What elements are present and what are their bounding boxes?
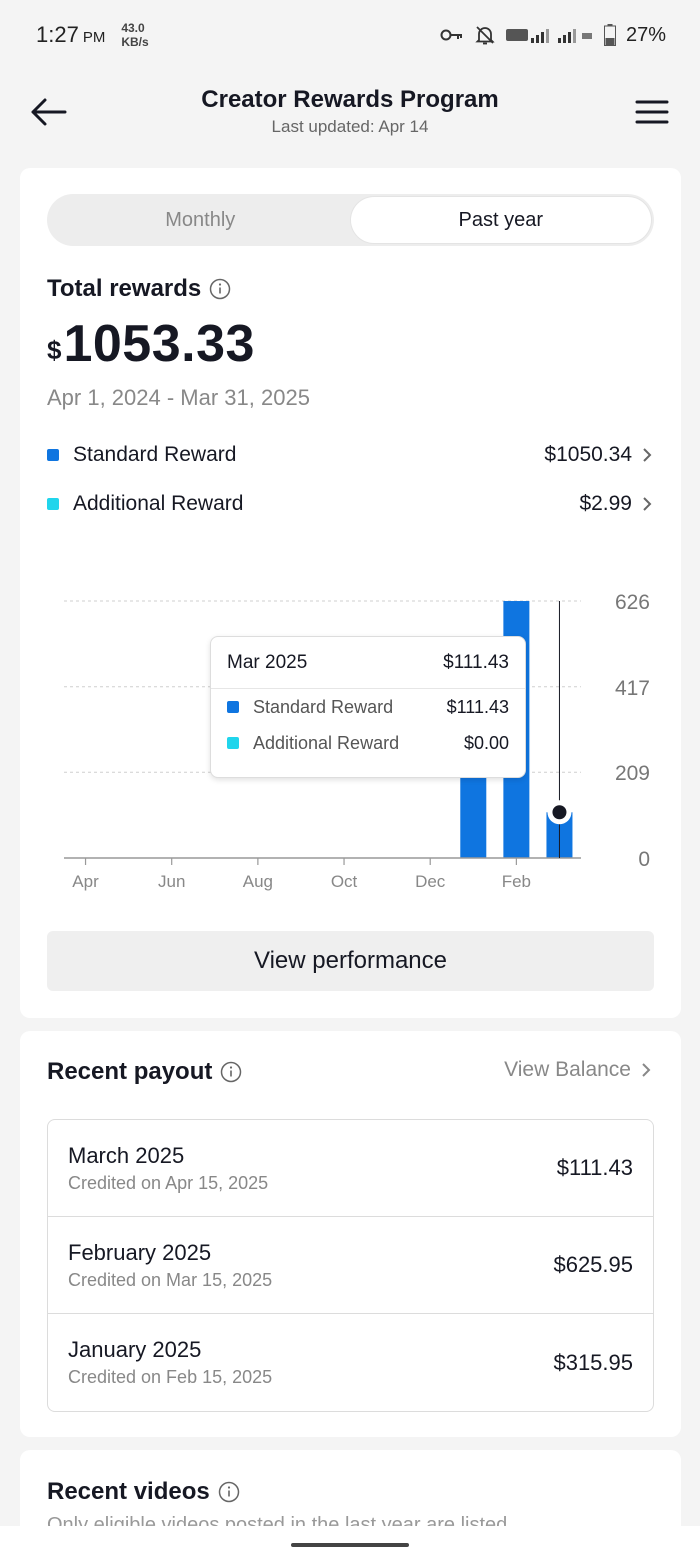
date-range: Apr 1, 2024 - Mar 31, 2025 bbox=[47, 385, 310, 410]
payout-item-info: March 2025 Credited on Apr 15, 2025 bbox=[68, 1143, 268, 1194]
payout-item[interactable]: February 2025 Credited on Mar 15, 2025 $… bbox=[48, 1217, 653, 1314]
standard-reward-value: $1050.34 bbox=[544, 443, 632, 466]
y-tick-label: 0 bbox=[638, 848, 650, 871]
additional-reward-swatch bbox=[47, 498, 59, 510]
page-title: Creator Rewards Program bbox=[201, 86, 499, 113]
standard-reward-row[interactable]: Standard Reward $1050.34 bbox=[47, 438, 654, 472]
additional-reward-value: $2.99 bbox=[579, 492, 632, 515]
payout-credited-date: Credited on Apr 15, 2025 bbox=[68, 1172, 269, 1193]
total-rewards-text: Total rewards bbox=[47, 275, 202, 302]
payout-amount: $111.43 bbox=[556, 1155, 633, 1180]
y-tick-label: 209 bbox=[615, 762, 650, 785]
tooltip-additional-swatch bbox=[227, 737, 239, 749]
payout-list: March 2025 Credited on Apr 15, 2025 $111… bbox=[47, 1119, 654, 1412]
info-icon[interactable] bbox=[220, 1061, 242, 1083]
recent-videos-text: Recent videos bbox=[47, 1478, 210, 1505]
status-bar-left: 1:27 PM 43.0 KB/s bbox=[36, 21, 149, 49]
last-updated: Last updated: Apr 14 bbox=[271, 117, 429, 136]
info-icon[interactable] bbox=[218, 1481, 240, 1503]
payout-item-info: January 2025 Credited on Feb 15, 2025 bbox=[68, 1337, 272, 1388]
payout-month: January 2025 bbox=[68, 1337, 202, 1362]
rewards-chart[interactable]: 0 209 417 626 Apr Jun Aug Oct Dec Feb Mar 2025 $1… bbox=[20, 568, 681, 908]
currency-symbol: $ bbox=[47, 335, 62, 365]
info-icon[interactable] bbox=[209, 278, 231, 300]
vpn-key-icon bbox=[440, 28, 464, 42]
view-performance-button[interactable]: View performance bbox=[47, 931, 654, 991]
hamburger-menu-icon bbox=[635, 100, 669, 124]
chart-tooltip: Mar 2025 $111.43 Standard Reward $111.43… bbox=[210, 636, 526, 778]
total-amount-value: 1053.33 bbox=[63, 315, 255, 373]
signal-icon bbox=[505, 26, 594, 44]
menu-button[interactable] bbox=[630, 92, 674, 132]
home-indicator[interactable] bbox=[291, 1543, 409, 1547]
status-time: 1:27 PM bbox=[36, 22, 106, 47]
tooltip-month: Mar 2025 bbox=[227, 651, 308, 673]
x-tick-label: Aug bbox=[243, 872, 273, 891]
tooltip-row-additional: Additional Reward $0.00 bbox=[211, 725, 525, 761]
payout-month: February 2025 bbox=[68, 1239, 212, 1265]
chevron-right-icon bbox=[640, 494, 654, 514]
status-bar-right: 27% bbox=[440, 24, 666, 47]
additional-reward-label: Additional Reward bbox=[73, 492, 244, 515]
tooltip-standard-value: $111.43 bbox=[446, 696, 509, 717]
payout-month: March 2025 bbox=[68, 1142, 185, 1168]
view-balance-text: View Balance bbox=[504, 1058, 631, 1081]
tooltip-standard-swatch bbox=[227, 701, 239, 713]
payout-item[interactable]: January 2025 Credited on Feb 15, 2025 $3… bbox=[48, 1314, 653, 1411]
tooltip-total: $111.43 bbox=[443, 651, 509, 673]
x-tick-label: Feb bbox=[502, 872, 531, 891]
y-tick-label: 417 bbox=[615, 677, 650, 700]
standard-reward-label: Standard Reward bbox=[73, 443, 237, 466]
total-amount: $ 1053.33 bbox=[47, 314, 255, 374]
payout-item-info: February 2025 Credited on Mar 15, 2025 bbox=[68, 1240, 272, 1291]
tab-monthly[interactable]: Monthly bbox=[50, 197, 351, 243]
tooltip-header: Mar 2025 $111.43 bbox=[211, 637, 525, 689]
selection-marker bbox=[552, 805, 567, 820]
status-bar: 1:27 PM 43.0 KB/s 27% bbox=[0, 0, 700, 70]
additional-reward-row[interactable]: Additional Reward $2.99 bbox=[47, 487, 654, 521]
tab-past-year[interactable]: Past year bbox=[350, 197, 651, 243]
payout-amount: $315.95 bbox=[553, 1349, 633, 1375]
rewards-card: Monthly Past year Total rewards $ 1053.3… bbox=[20, 168, 681, 1018]
chevron-right-icon bbox=[640, 445, 654, 465]
recent-payout-card: Recent payout View Balance March 2025 Cr… bbox=[20, 1031, 681, 1437]
payout-credited-date: Credited on Feb 15, 2025 bbox=[68, 1367, 273, 1387]
payout-item[interactable]: March 2025 Credited on Apr 15, 2025 $111… bbox=[48, 1120, 653, 1217]
tooltip-standard-label: Standard Reward bbox=[253, 696, 394, 717]
recent-payout-text: Recent payout bbox=[47, 1058, 213, 1085]
network-speed: 43.0 KB/s bbox=[121, 21, 149, 49]
standard-reward-swatch bbox=[47, 449, 59, 461]
period-toggle: Monthly Past year bbox=[47, 194, 654, 246]
total-rewards-label: Total rewards bbox=[47, 275, 231, 303]
battery-icon bbox=[603, 24, 616, 46]
x-tick-label: Dec bbox=[415, 872, 446, 891]
recent-videos-title: Recent videos bbox=[47, 1478, 240, 1506]
bell-muted-icon bbox=[474, 24, 496, 46]
navigation-bar bbox=[0, 1526, 700, 1556]
x-tick-label: Apr bbox=[72, 872, 99, 891]
x-tick-label: Oct bbox=[331, 872, 358, 891]
view-balance-link[interactable]: View Balance bbox=[504, 1058, 653, 1082]
tooltip-additional-label: Additional Reward bbox=[253, 732, 400, 753]
x-tick-label: Jun bbox=[158, 872, 185, 891]
y-tick-label: 626 bbox=[615, 591, 650, 614]
payout-credited-date: Credited on Mar 15, 2025 bbox=[68, 1269, 273, 1290]
chevron-right-icon bbox=[639, 1060, 653, 1080]
recent-payout-title: Recent payout bbox=[47, 1058, 242, 1086]
header: Creator Rewards Program Last updated: Ap… bbox=[0, 70, 700, 160]
tooltip-row-standard: Standard Reward $111.43 bbox=[211, 689, 525, 725]
payout-amount: $625.95 bbox=[553, 1252, 633, 1277]
tooltip-additional-value: $0.00 bbox=[463, 732, 509, 753]
battery-percent: 27% bbox=[625, 23, 666, 46]
